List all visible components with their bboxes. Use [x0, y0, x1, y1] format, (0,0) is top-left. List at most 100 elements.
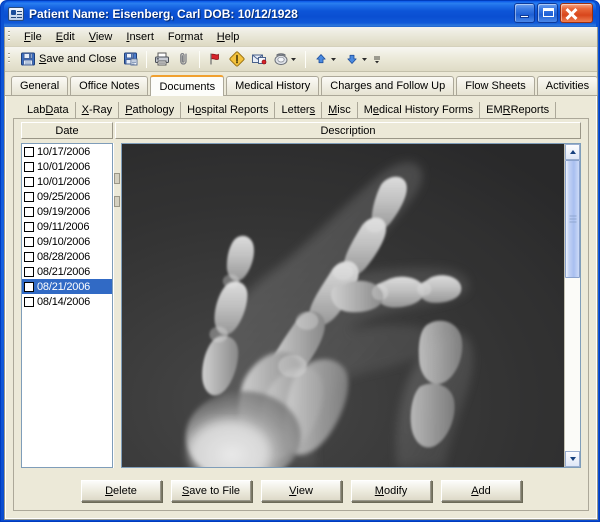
subtab-pathology[interactable]: Pathology [119, 102, 182, 118]
previous-item-button[interactable] [310, 50, 341, 68]
list-item[interactable]: 08/21/2006 [22, 264, 112, 279]
list-item[interactable]: 10/01/2006 [22, 174, 112, 189]
checkbox-icon[interactable] [24, 191, 34, 202]
menu-item-edit[interactable]: Edit [49, 29, 82, 45]
documents-page: Lab Data X -Ray Pathology Ho spital Report… [5, 96, 597, 519]
x-ray-panel: Date Description 10/17/2006 10/01/2006 1… [13, 119, 589, 511]
subtab-x-ray[interactable]: X -Ray [75, 102, 120, 118]
list-item[interactable]: 08/14/2006 [22, 294, 112, 309]
toolbar: Save and Close [5, 47, 597, 72]
menu-item-insert[interactable]: Insert [119, 29, 161, 45]
window-title: Patient Name: Eisenberg, Carl DOB: 10/12… [29, 7, 298, 21]
list-item-date: 08/21/2006 [37, 265, 91, 278]
checkbox-icon[interactable] [24, 221, 34, 232]
column-header-row: Date Description [14, 122, 588, 139]
checkbox-icon[interactable] [24, 266, 34, 277]
subtab-medical-history-forms[interactable]: Me dical History Forms [357, 102, 481, 118]
subtab-emr-reports[interactable]: EM R Reports [480, 102, 557, 118]
list-item[interactable]: 09/11/2006 [22, 219, 112, 234]
list-item-selected[interactable]: 08/21/2006 [22, 279, 112, 294]
previous-dropdown-arrow-icon[interactable] [329, 51, 338, 67]
menu-item-help[interactable]: Help [210, 29, 247, 45]
checkbox-icon[interactable] [24, 236, 34, 247]
menu-gripper[interactable] [7, 29, 14, 44]
attachment-button[interactable] [173, 50, 195, 68]
checkbox-icon[interactable] [24, 296, 34, 307]
tab-activities[interactable]: Activities [536, 76, 599, 95]
scroll-up-icon [569, 150, 576, 154]
preview-vertical-scrollbar[interactable] [564, 144, 580, 467]
importance-button[interactable] [226, 50, 248, 68]
list-item-date: 08/21/2006 [37, 280, 91, 293]
tab-documents[interactable]: Documents [150, 75, 225, 96]
save-to-file-button[interactable]: Save to File [170, 480, 252, 502]
toolbar-gripper[interactable] [7, 52, 14, 66]
toolbar-separator-1 [145, 50, 147, 68]
list-item[interactable]: 09/19/2006 [22, 204, 112, 219]
tab-charges-and-follow-up[interactable]: Charges and Follow Up [321, 76, 455, 95]
checkbox-icon[interactable] [24, 251, 34, 262]
column-header-date[interactable]: Date [21, 122, 113, 139]
document-preview-pane [121, 143, 581, 468]
toolbar-separator-3 [304, 50, 306, 68]
scroll-down-button[interactable] [565, 451, 580, 467]
title-bar: Patient Name: Eisenberg, Carl DOB: 10/12… [4, 1, 596, 27]
checkbox-icon[interactable] [24, 206, 34, 217]
list-splitter-scrollbar[interactable] [113, 143, 120, 468]
modify-button[interactable]: Modify [350, 480, 432, 502]
x-ray-image [122, 144, 564, 467]
maximize-button[interactable] [537, 3, 558, 23]
menu-item-view[interactable]: View [82, 29, 120, 45]
checkbox-icon[interactable] [24, 146, 34, 157]
tab-office-notes[interactable]: Office Notes [70, 76, 149, 95]
scrollbar-thumb[interactable] [565, 160, 580, 278]
menu-item-file[interactable]: File [17, 29, 49, 45]
column-header-description[interactable]: Description [115, 122, 581, 139]
toolbar-overflow-icon[interactable] [373, 51, 381, 67]
mail-button[interactable] [248, 50, 270, 68]
save-as-button[interactable] [120, 50, 142, 68]
subtab-hospital-reports[interactable]: Ho spital Reports [181, 102, 276, 118]
phone-button[interactable] [270, 50, 301, 68]
list-item[interactable]: 09/25/2006 [22, 189, 112, 204]
view-button[interactable]: View [260, 480, 342, 502]
scrollbar-track[interactable] [565, 160, 580, 451]
subtab-letters[interactable]: Letter s [275, 102, 323, 118]
list-item[interactable]: 08/28/2006 [22, 249, 112, 264]
list-item[interactable]: 10/17/2006 [22, 144, 112, 159]
phone-dropdown-arrow-icon[interactable] [289, 51, 298, 67]
subtab-lab-data[interactable]: Lab Data [21, 102, 76, 118]
minimize-button[interactable] [514, 3, 535, 23]
save-and-close-button[interactable]: Save and Close [17, 50, 120, 68]
x-ray-image-viewport[interactable] [122, 144, 564, 467]
tab-general[interactable]: General [11, 76, 69, 95]
delete-button[interactable]: Delete [80, 480, 162, 502]
add-button[interactable]: Add [440, 480, 522, 502]
document-date-list[interactable]: 10/17/2006 10/01/2006 10/01/2006 09/25/2… [21, 143, 113, 468]
list-item-date: 08/14/2006 [37, 295, 91, 308]
close-button[interactable] [560, 3, 593, 23]
scroll-up-button[interactable] [565, 144, 580, 160]
checkbox-icon[interactable] [24, 281, 34, 292]
print-button[interactable] [151, 50, 173, 68]
list-item-date: 09/25/2006 [37, 190, 91, 203]
next-item-button[interactable] [341, 50, 372, 68]
checkbox-icon[interactable] [24, 176, 34, 187]
content-area: 10/17/2006 10/01/2006 10/01/2006 09/25/2… [14, 139, 588, 472]
save-and-close-label: Save and Close [39, 53, 117, 65]
window-controls [514, 3, 593, 23]
menu-item-format[interactable]: Format [161, 29, 210, 45]
next-dropdown-arrow-icon[interactable] [360, 51, 369, 67]
importance-icon [229, 51, 245, 67]
flag-button[interactable] [204, 50, 226, 68]
main-tab-strip: General Office Notes Documents Medical H… [5, 74, 599, 96]
tab-medical-history[interactable]: Medical History [226, 76, 320, 95]
scroll-down-icon [569, 457, 576, 461]
list-item[interactable]: 10/01/2006 [22, 159, 112, 174]
tab-flow-sheets[interactable]: Flow Sheets [456, 76, 535, 95]
checkbox-icon[interactable] [24, 161, 34, 172]
action-button-row: Delete Save to File View Modify Add [14, 472, 588, 510]
subtab-misc[interactable]: Misc [322, 102, 358, 118]
next-item-icon [344, 51, 360, 67]
list-item[interactable]: 09/10/2006 [22, 234, 112, 249]
